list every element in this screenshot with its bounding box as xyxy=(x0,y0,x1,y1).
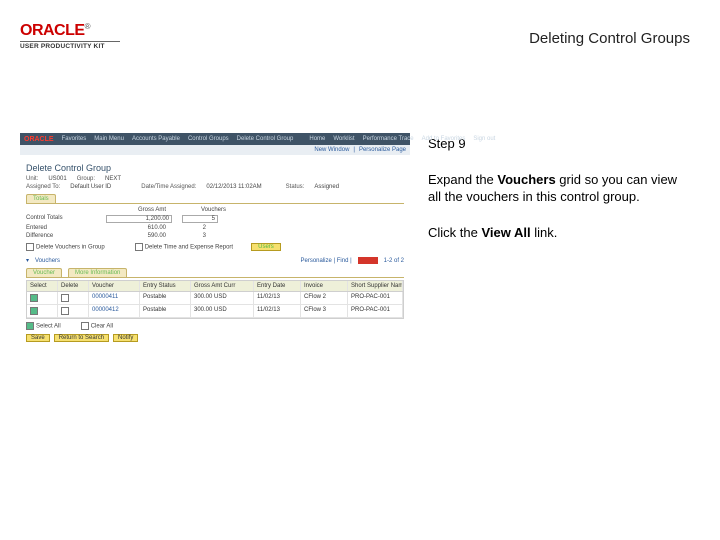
cell: 300.00 USD xyxy=(191,305,254,317)
row-select[interactable] xyxy=(30,307,38,315)
cell: 11/02/13 xyxy=(254,305,301,317)
status-label: Status: xyxy=(286,184,305,190)
assigned-label: Assigned To: xyxy=(26,184,60,190)
col: Short Supplier Name xyxy=(348,281,403,291)
col: Entry Status xyxy=(140,281,191,291)
instruction-click: Click the View All link. xyxy=(428,224,690,242)
page-tools: New Window | Personalize Page xyxy=(20,145,410,155)
cell: PRO-PAC-001 xyxy=(348,305,403,317)
cell: 610.00 xyxy=(106,225,166,231)
col-vouchers: Vouchers xyxy=(176,207,226,213)
return-button[interactable]: Return to Search xyxy=(54,334,109,342)
row-delete[interactable] xyxy=(61,294,69,302)
cell: 2 xyxy=(176,225,206,231)
group-value: NEXT xyxy=(105,176,121,182)
nav-right[interactable]: Home xyxy=(309,136,325,142)
vouchers-grid: Select Delete Voucher Entry Status Gross… xyxy=(26,280,404,319)
clear-all[interactable]: Clear All xyxy=(81,322,113,330)
save-button[interactable]: Save xyxy=(26,334,50,342)
step-label: Step 9 xyxy=(428,135,690,153)
cell: Postable xyxy=(140,292,191,304)
voucher-link[interactable]: 00000411 xyxy=(89,292,140,304)
select-all[interactable]: Select All xyxy=(26,322,61,330)
col: Select xyxy=(27,281,58,291)
brand-subtitle: USER PRODUCTIVITY KIT xyxy=(20,41,120,50)
personalize-page-link[interactable]: Personalize Page xyxy=(359,147,406,153)
nav-item[interactable]: Main Menu xyxy=(94,136,124,142)
voucher-link[interactable]: 00000412 xyxy=(89,305,140,317)
cell: 5 xyxy=(182,215,218,223)
nav-right[interactable]: Sign out xyxy=(473,136,495,142)
grid-personalize[interactable]: Personalize | Find | xyxy=(301,258,352,264)
notify-button[interactable]: Notify xyxy=(113,334,138,342)
totals-tab[interactable]: Totals xyxy=(26,194,56,203)
instr-click-pre: Click the xyxy=(428,225,481,240)
instr-click-post: link. xyxy=(531,225,558,240)
group-label: Group: xyxy=(77,176,95,182)
col: Voucher xyxy=(89,281,140,291)
instruction-panel: Step 9 Expand the Vouchers grid so you c… xyxy=(428,135,690,259)
unit-value: US001 xyxy=(48,176,66,182)
view-all-link[interactable] xyxy=(358,257,378,264)
row-label: Control Totals xyxy=(26,215,96,223)
row-delete[interactable] xyxy=(61,307,69,315)
cell: Postable xyxy=(140,305,191,317)
nav-right[interactable]: Add to Favorites xyxy=(422,136,466,142)
section-title: Delete Control Group xyxy=(26,163,404,173)
new-window-link[interactable]: New Window xyxy=(314,147,349,153)
cell: 3 xyxy=(176,233,206,239)
chk-delete-vouchers[interactable]: Delete Vouchers in Group xyxy=(26,243,105,251)
brand-name: ORACLE xyxy=(20,22,85,39)
page-title: Deleting Control Groups xyxy=(529,30,690,47)
grid-header: Select Delete Voucher Entry Status Gross… xyxy=(27,281,403,292)
instr-pre: Expand the xyxy=(428,172,497,187)
row-count: 1-2 of 2 xyxy=(384,258,404,264)
users-button[interactable]: Users xyxy=(251,243,281,251)
row-select[interactable] xyxy=(30,294,38,302)
vouchers-title: Vouchers xyxy=(35,258,60,264)
expand-vouchers-icon[interactable]: ▾ xyxy=(26,257,29,264)
col: Gross Amt Curr xyxy=(191,281,254,291)
grid-tab-more[interactable]: More Information xyxy=(68,268,127,277)
col: Entry Date xyxy=(254,281,301,291)
cell: CFlow 2 xyxy=(301,292,348,304)
col: Invoice xyxy=(301,281,348,291)
nav-right[interactable]: Worklist xyxy=(333,136,354,142)
cell: 590.00 xyxy=(106,233,166,239)
cell: 11/02/13 xyxy=(254,292,301,304)
cell: 1,200.00 xyxy=(106,215,172,223)
col: Delete xyxy=(58,281,89,291)
table-row: 00000411 Postable 300.00 USD 11/02/13 CF… xyxy=(27,292,403,305)
col-gross: Gross Amt xyxy=(106,207,166,213)
nav-item[interactable]: Accounts Payable xyxy=(132,136,180,142)
nav-right[interactable]: Performance Trace xyxy=(363,136,414,142)
instruction-text: Expand the Vouchers grid so you can view… xyxy=(428,171,690,206)
assigned-value: Default User ID xyxy=(70,184,111,190)
embedded-screenshot: ORACLE Favorites Main Menu Accounts Paya… xyxy=(20,133,410,346)
table-row: 00000412 Postable 300.00 USD 11/02/13 CF… xyxy=(27,305,403,318)
instr-bold1: Vouchers xyxy=(497,172,555,187)
nav-brand: ORACLE xyxy=(24,136,54,143)
grid-tab-voucher[interactable]: Voucher xyxy=(26,268,62,277)
row-label: Difference xyxy=(26,233,96,239)
row-label: Entered xyxy=(26,225,96,231)
status-value: Assigned xyxy=(314,184,339,190)
date-label: Date/Time Assigned: xyxy=(141,184,196,190)
nav-item[interactable]: Favorites xyxy=(62,136,87,142)
unit-label: Unit: xyxy=(26,176,38,182)
nav-item[interactable]: Delete Control Group xyxy=(237,136,294,142)
cell: PRO-PAC-001 xyxy=(348,292,403,304)
chk-delete-time-expense[interactable]: Delete Time and Expense Report xyxy=(135,243,233,251)
nav-item[interactable]: Control Groups xyxy=(188,136,229,142)
brand-tm: ® xyxy=(85,22,91,31)
global-nav: ORACLE Favorites Main Menu Accounts Paya… xyxy=(20,133,410,145)
cell: CFlow 3 xyxy=(301,305,348,317)
brand-logo: ORACLE® USER PRODUCTIVITY KIT xyxy=(20,22,120,50)
date-value: 02/12/2013 11:02AM xyxy=(206,184,261,190)
cell: 300.00 USD xyxy=(191,292,254,304)
instr-click-bold: View All xyxy=(481,225,530,240)
